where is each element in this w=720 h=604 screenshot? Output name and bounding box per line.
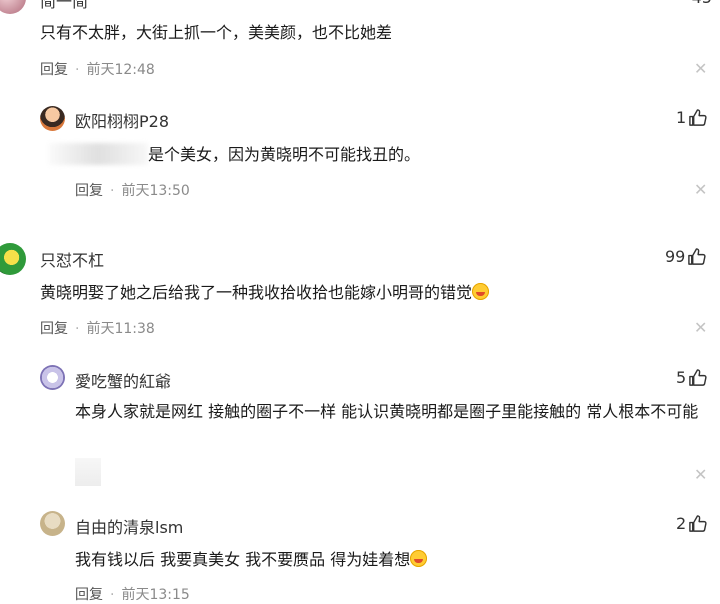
comment-author[interactable]: 只怼不杠	[40, 247, 104, 271]
comment-time: 前天11:38	[86, 321, 155, 337]
reply-time: 前天13:15	[121, 587, 190, 603]
like-count: 45	[692, 0, 712, 7]
reply-button[interactable]: 回复	[75, 587, 103, 603]
like-count: 1	[676, 108, 687, 127]
avatar[interactable]	[0, 0, 26, 14]
like-count: 2	[676, 514, 687, 533]
thumbs-up-icon	[689, 369, 707, 386]
close-icon[interactable]: ✕	[694, 467, 707, 483]
comment-time: 前天12:48	[86, 62, 155, 78]
close-icon[interactable]: ✕	[694, 320, 707, 336]
like-count: 5	[676, 368, 687, 387]
reply-text: 是个美女，因为黄晓明不可能找丑的。	[148, 145, 421, 164]
thumbs-up-icon	[688, 248, 706, 265]
separator-dot: ·	[75, 62, 80, 78]
separator-dot: ·	[110, 587, 115, 603]
avatar[interactable]	[40, 106, 65, 131]
like-button[interactable]: 45	[692, 0, 712, 7]
reply-meta: 回复 · 前天13:15	[75, 584, 190, 604]
avatar[interactable]	[40, 511, 65, 536]
separator-dot: ·	[110, 183, 115, 199]
reply-author[interactable]: 自由的清泉lsm	[75, 514, 183, 538]
comment-text-row: 黄晓明娶了她之后给我了一种我收拾收拾也能嫁小明哥的错觉	[40, 278, 690, 307]
reply-button[interactable]: 回复	[75, 183, 103, 199]
thumbs-up-icon	[689, 515, 707, 532]
like-count: 99	[665, 247, 686, 266]
avatar[interactable]	[0, 243, 26, 275]
redacted-text-block	[48, 143, 148, 165]
close-icon[interactable]: ✕	[694, 182, 707, 198]
laughing-emoji-icon	[410, 550, 428, 567]
reply-button[interactable]: 回复	[40, 62, 68, 78]
comment-author[interactable]: 简一简	[40, 0, 88, 12]
image-placeholder[interactable]	[75, 458, 101, 486]
like-button[interactable]: 2	[676, 514, 707, 533]
reply-text-row: 我有钱以后 我要真美女 我不要赝品 得为娃着想	[75, 545, 695, 574]
separator-dot: ·	[75, 321, 80, 337]
like-button[interactable]: 99	[665, 247, 706, 266]
comment-meta: 回复 · 前天11:38	[40, 318, 155, 338]
comment-text: 黄晓明娶了她之后给我了一种我收拾收拾也能嫁小明哥的错觉	[40, 283, 473, 302]
reply-author[interactable]: 愛吃蟹的紅爺	[75, 368, 171, 392]
reply-meta: 回复 · 前天13:50	[75, 180, 190, 200]
comment-meta: 回复 · 前天12:48	[40, 59, 155, 79]
avatar[interactable]	[40, 365, 65, 390]
close-icon[interactable]: ✕	[694, 61, 707, 77]
thumbs-up-icon	[689, 109, 707, 126]
like-button[interactable]: 5	[676, 368, 707, 387]
reply-time: 前天13:50	[121, 183, 190, 199]
comment-text: 只有不太胖，大街上抓一个，美美颜，也不比她差	[40, 23, 393, 42]
reply-author[interactable]: 欧阳栩栩P28	[75, 108, 169, 132]
reply-text: 我有钱以后 我要真美女 我不要赝品 得为娃着想	[75, 550, 411, 569]
reply-button[interactable]: 回复	[40, 321, 68, 337]
like-button[interactable]: 1	[676, 108, 707, 127]
laughing-emoji-icon	[472, 283, 490, 300]
reply-text: 本身人家就是网红 接触的圈子不一样 能认识黄晓明都是圈子里能接触的 常人根本不可…	[75, 402, 699, 421]
